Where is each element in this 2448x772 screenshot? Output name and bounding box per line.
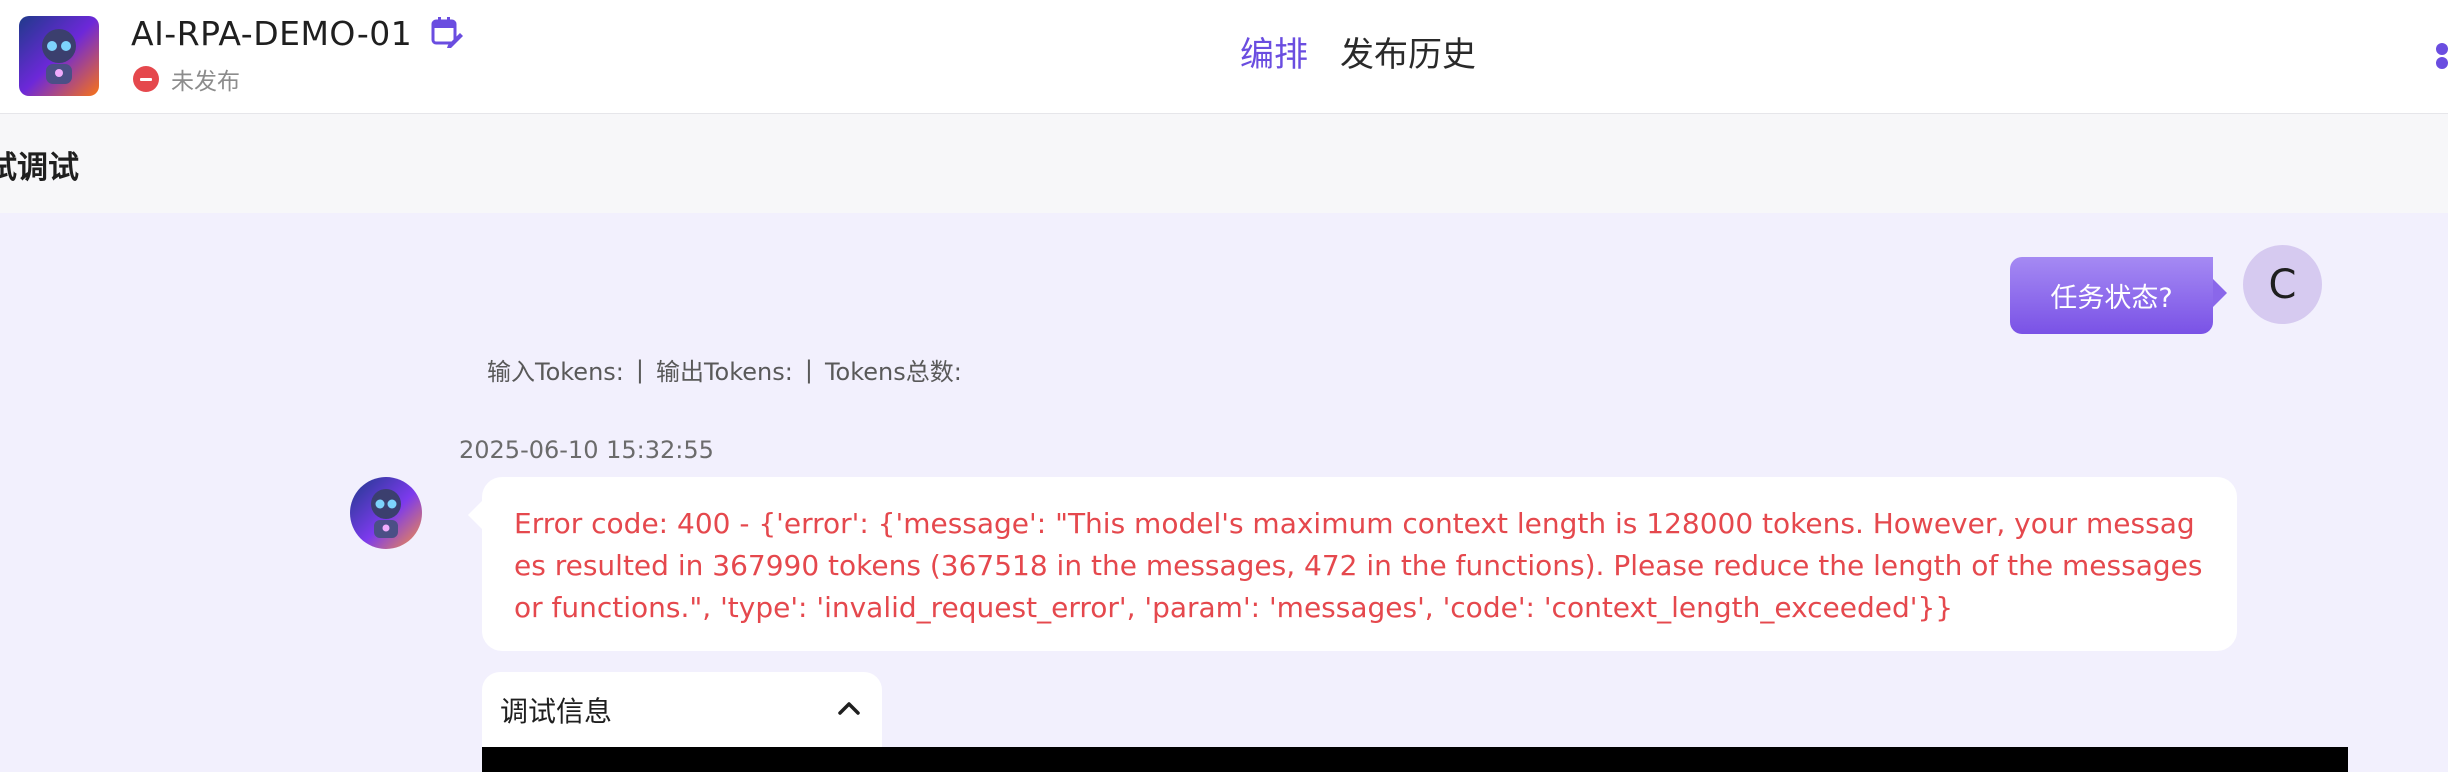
user-avatar: C — [2243, 245, 2322, 324]
status-unpublished-icon — [133, 66, 159, 92]
main-tabs: 编排 发布历史 — [1240, 30, 1476, 80]
user-message-bubble: 任务状态? — [2010, 257, 2227, 334]
debug-info-label: 调试信息 — [500, 694, 613, 728]
token-usage: 输入Tokens: | 输出Tokens: | Tokens总数: — [487, 352, 962, 387]
bot-avatar — [350, 477, 422, 549]
error-message: Error code: 400 - {'error': {'message': … — [514, 507, 2203, 624]
tab-publish-history[interactable]: 发布历史 — [1340, 30, 1476, 80]
input-tokens-label: 输入Tokens: — [487, 358, 624, 386]
section-title: 试调试 — [0, 150, 79, 186]
debug-subbar: 试调试 — [0, 114, 2448, 213]
chevron-up-icon[interactable] — [834, 693, 864, 727]
token-separator: | — [635, 355, 644, 384]
edit-calendar-icon[interactable] — [430, 15, 464, 49]
output-tokens-label: 输出Tokens: — [655, 358, 793, 386]
publish-status: 未发布 — [133, 64, 240, 95]
token-separator: | — [804, 355, 813, 384]
tab-orchestration[interactable]: 编排 — [1240, 30, 1308, 80]
more-icon[interactable] — [2434, 40, 2448, 70]
assistant-error-bubble: Error code: 400 - {'error': {'message': … — [468, 477, 2237, 651]
debug-info-toggle[interactable]: 调试信息 — [482, 672, 882, 747]
app-title: AI-RPA-DEMO-01 — [131, 14, 413, 53]
debug-info-panel — [482, 747, 2348, 772]
message-timestamp: 2025-06-10 15:32:55 — [459, 436, 714, 464]
status-text: 未发布 — [171, 69, 240, 95]
app-logo — [19, 16, 99, 96]
robot-avatar-icon — [350, 477, 422, 549]
top-header: AI-RPA-DEMO-01 未发布 编排 发布历史 — [0, 0, 2448, 114]
total-tokens-label: Tokens总数: — [824, 358, 962, 386]
